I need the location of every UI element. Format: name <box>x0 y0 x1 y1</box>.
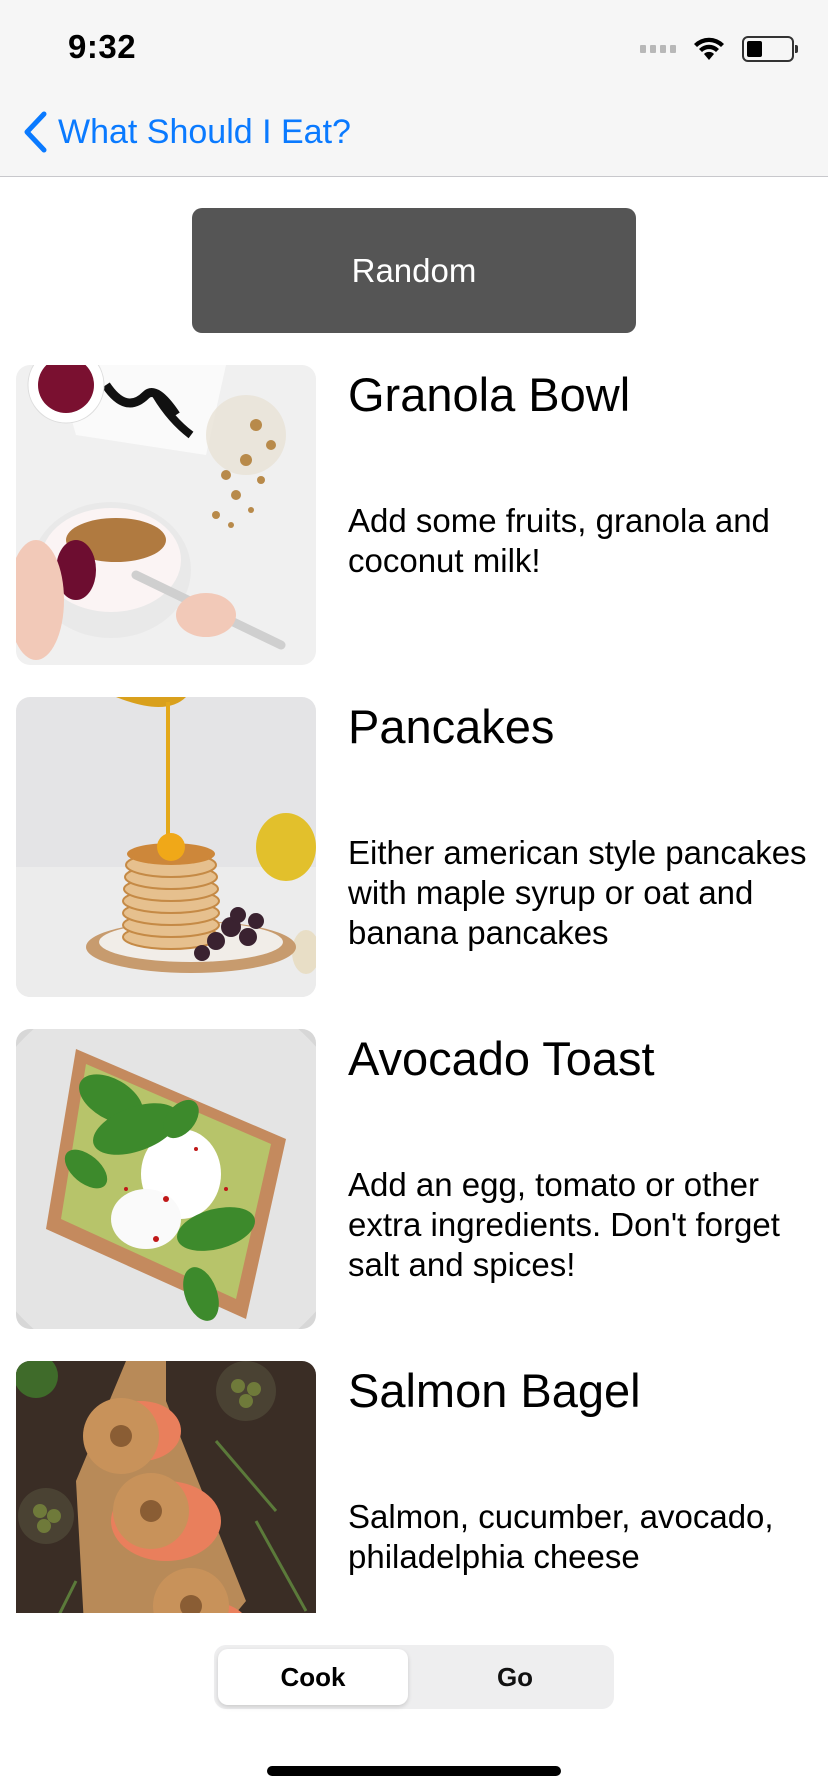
recipe-description: Add an egg, tomato or other extra ingred… <box>348 1166 780 1283</box>
wifi-icon <box>694 37 724 60</box>
random-button[interactable]: Random <box>192 208 636 333</box>
recipe-title: Granola Bowl <box>348 368 631 421</box>
recipe-row-avocado-toast[interactable]: Avocado Toast Add an egg, tomato or othe… <box>0 1029 828 1329</box>
battery-icon <box>742 36 798 62</box>
recipe-description: Either american style pancakes with mapl… <box>348 834 807 951</box>
salmon-bagel-photo <box>16 1361 316 1613</box>
avocado-toast-photo <box>16 1029 316 1329</box>
recipe-row-pancakes[interactable]: Pancakes Either american style pancakes … <box>0 697 828 997</box>
status-icons <box>640 34 798 64</box>
recipe-title: Avocado Toast <box>348 1032 655 1085</box>
status-time: 9:32 <box>68 28 137 65</box>
cook-go-segmented-control: Cook Go <box>214 1645 614 1709</box>
recipe-row-granola-bowl[interactable]: Granola Bowl Add some fruits, granola an… <box>0 365 828 665</box>
granola-bowl-photo <box>16 365 316 665</box>
status-bar: 9:32 <box>0 0 828 90</box>
recipe-row-salmon-bagel[interactable]: Salmon Bagel Salmon, cucumber, avocado, … <box>0 1361 828 1613</box>
back-button[interactable]: What Should I Eat? <box>22 108 351 156</box>
recipe-title: Salmon Bagel <box>348 1364 641 1417</box>
segment-go[interactable]: Go <box>420 1649 610 1705</box>
navigation-bar: What Should I Eat? <box>0 90 828 177</box>
recipe-description: Salmon, cucumber, avocado, philadelphia … <box>348 1498 774 1575</box>
recipe-title: Pancakes <box>348 700 555 753</box>
pancakes-photo <box>16 697 316 997</box>
back-label: What Should I Eat? <box>58 112 351 151</box>
segment-cook[interactable]: Cook <box>218 1649 408 1705</box>
home-indicator <box>267 1766 561 1776</box>
recipe-list[interactable]: Granola Bowl Add some fruits, granola an… <box>0 365 828 1613</box>
chevron-left-icon <box>24 111 47 153</box>
recipe-description: Add some fruits, granola and coconut mil… <box>348 502 770 579</box>
signal-icon <box>640 45 676 53</box>
